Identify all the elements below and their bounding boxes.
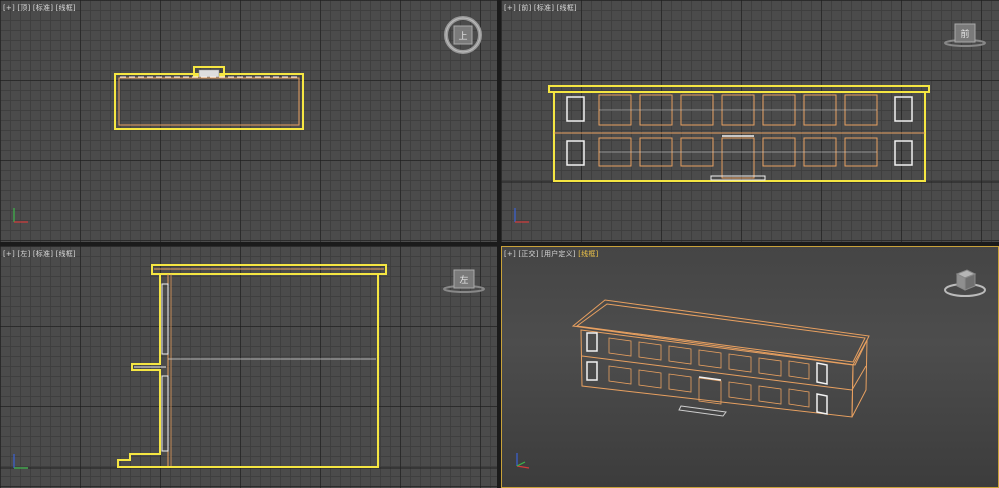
viewcube-front[interactable]: 前 <box>941 20 989 54</box>
axis-tripod-icon <box>13 208 28 223</box>
axis-tripod-icon <box>13 454 28 469</box>
viewcube-user[interactable] <box>941 264 989 304</box>
viewcube-icon[interactable]: 前 <box>941 20 989 50</box>
viewport-user[interactable]: [+] [正交] [用户定义] [线框] <box>501 246 999 488</box>
left-view-building-section[interactable] <box>0 246 497 488</box>
viewcube-top[interactable]: 上 <box>442 14 484 60</box>
viewcube-left-face-label: 左 <box>459 274 468 286</box>
viewport-front[interactable]: [+] [前] [标准] [线框] 前 <box>501 0 999 242</box>
viewport-top[interactable]: [+] [顶] [标准] [线框] 上 <box>0 0 497 242</box>
viewcube-left[interactable]: 左 <box>440 266 488 300</box>
top-view-building-plan[interactable] <box>0 0 497 242</box>
viewport-left[interactable]: [+] [左] [标准] [线框] 左 <box>0 246 497 488</box>
viewcube-icon[interactable]: 左 <box>440 266 488 296</box>
user-view-building-3d[interactable] <box>501 246 999 488</box>
axis-tripod-icon <box>514 208 529 223</box>
viewcube-icon[interactable] <box>941 264 989 300</box>
viewcube-top-face-label: 上 <box>458 31 467 42</box>
axis-tripod-icon <box>516 453 530 469</box>
viewcube-icon[interactable]: 上 <box>442 14 484 56</box>
front-view-building-elevation[interactable] <box>501 0 999 242</box>
axis-tripod-user <box>511 450 533 476</box>
axis-tripod-left <box>10 450 32 476</box>
axis-tripod-top <box>10 204 32 230</box>
viewcube-front-face-label: 前 <box>960 28 969 40</box>
axis-tripod-front <box>511 204 533 230</box>
